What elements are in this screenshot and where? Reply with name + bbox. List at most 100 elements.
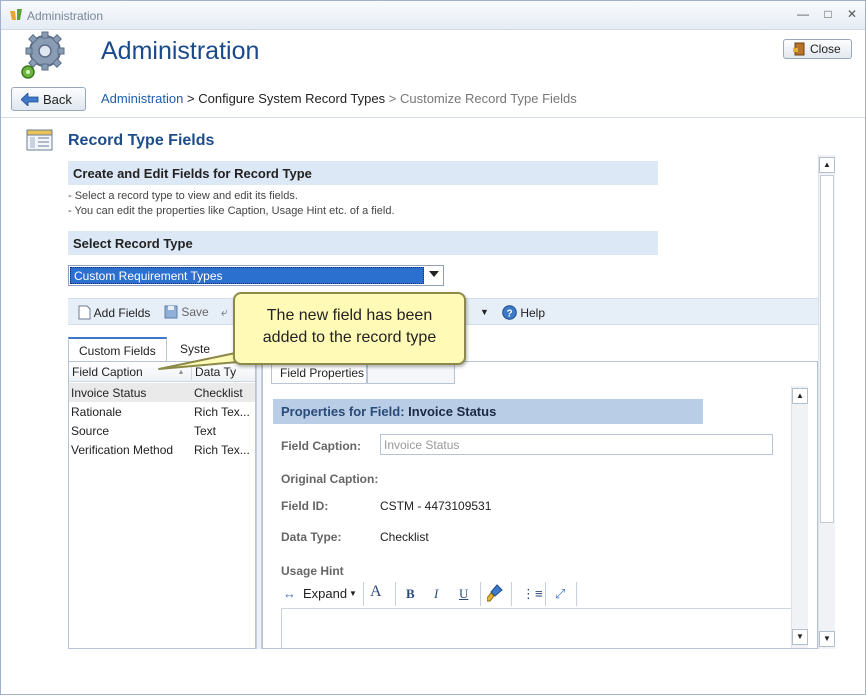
toolbar-dropdown-arrow-icon[interactable]: ▼ [480,307,489,317]
usage-hint-label: Usage Hint [281,564,344,578]
app-logo-icon [10,9,22,20]
properties-panel: Field Properties Properties for Field: I… [262,361,818,649]
column-divider [191,364,192,380]
tab-system-fields-label: Syste [180,342,211,356]
toolbar-separator [545,582,546,606]
field-id-value: CSTM - 4473109531 [380,499,492,513]
expand-dropdown-icon[interactable]: ▼ [349,589,357,598]
properties-scrollbar[interactable]: ▲ ▼ [791,386,808,648]
create-edit-heading: Create and Edit Fields for Record Type [68,161,658,185]
toolbar-separator [576,582,577,606]
data-type-label: Data Type: [281,530,342,544]
window-title: Administration [27,9,104,23]
tab-field-properties-label: Field Properties [280,366,365,380]
scroll-down-icon[interactable]: ▼ [819,631,835,647]
breadcrumb-current: Customize Record Type Fields [399,91,577,106]
save-label: Save [181,305,209,319]
properties-heading-field: Invoice Status [408,404,497,419]
font-style-icon[interactable]: A [370,583,382,601]
breadcrumb-separator: > [187,91,195,106]
field-caption-cell: Invoice Status [71,386,147,400]
save-button[interactable]: Save [164,305,209,319]
toolbar-separator [363,582,364,606]
tab-custom-fields-label: Custom Fields [79,344,156,358]
expand-button[interactable]: Expand [303,586,347,601]
admin-window: Administration — □ ✕ Administration Clos… [0,0,866,695]
list-panel-icon [26,129,53,151]
brush-icon[interactable] [486,584,503,605]
usage-hint-editor[interactable] [281,609,797,648]
scroll-up-icon[interactable]: ▲ [792,388,808,404]
floppy-disk-icon [164,305,178,319]
maximize-button[interactable]: □ [820,7,836,21]
field-caption-label: Field Caption: [281,439,361,453]
field-list-header: Field Caption ▴ Data Ty [69,362,255,382]
data-type-cell: Rich Tex... [194,443,250,457]
close-button[interactable]: Close [783,39,852,59]
add-fields-button[interactable]: Add Fields [78,305,150,320]
tab-system-fields[interactable]: Syste [170,337,220,361]
door-exit-icon [793,42,805,56]
breadcrumb-separator: > [388,91,397,106]
data-type-cell: Rich Tex... [194,405,250,419]
list-item[interactable]: Verification Method Rich Tex... [69,440,255,459]
scroll-up-icon[interactable]: ▲ [819,157,835,173]
original-caption-label: Original Caption: [281,472,379,486]
field-list: Field Caption ▴ Data Ty Invoice Status C… [68,361,256,649]
close-button-label: Close [810,42,841,56]
section-title: Record Type Fields [68,132,215,149]
sort-icon: ▴ [179,367,184,376]
bullet-list-icon[interactable]: ⋮≡ [522,586,543,602]
new-document-icon [78,305,91,320]
list-item[interactable]: Rationale Rich Tex... [69,402,255,421]
back-arrow-icon [21,93,39,106]
paint-brush-icon [486,584,503,602]
record-type-selected-value: Custom Requirement Types [70,267,424,284]
scroll-down-icon[interactable]: ▼ [792,629,808,645]
callout-line-1: The new field has been [266,307,433,324]
instruction-line-1: - Select a record type to view and edit … [68,190,298,202]
properties-heading: Properties for Field: Invoice Status [273,399,703,424]
column-header-data-type[interactable]: Data Ty [195,365,236,379]
help-icon: ? [502,305,517,320]
callout-line-2: added to the record type [262,329,437,346]
column-header-field-caption[interactable]: Field Caption [72,365,143,379]
italic-icon[interactable]: I [434,586,438,602]
scroll-thumb[interactable] [820,175,834,523]
toolbar-separator [511,582,512,606]
field-caption-cell: Rationale [71,405,122,419]
list-item[interactable]: Invoice Status Checklist [69,383,255,402]
expand-label: Expand [303,586,348,601]
rich-text-toolbar: ↔ Expand ▼ A B I U ⋮≡ ⤢ [281,579,797,609]
tab-custom-fields[interactable]: Custom Fields [68,337,167,361]
svg-text:?: ? [506,309,512,320]
add-fields-label: Add Fields [93,306,151,320]
expand-arrows-icon: ↔ [283,586,296,601]
bold-icon[interactable]: B [406,586,415,602]
help-button[interactable]: ? Help [502,305,545,320]
data-type-cell: Checklist [194,386,243,400]
field-caption-input[interactable]: Invoice Status [380,434,773,455]
minimize-button[interactable]: — [795,7,811,21]
underline-icon[interactable]: U [459,586,468,602]
record-type-dropdown[interactable]: Custom Requirement Types [68,265,444,286]
tab-field-properties[interactable]: Field Properties [271,362,367,384]
list-item[interactable]: Source Text [69,421,255,440]
tab-secondary[interactable] [367,362,455,384]
field-caption-cell: Source [71,424,110,438]
breadcrumb: Administration > Configure System Record… [101,91,577,106]
breadcrumb-configure[interactable]: Configure System Record Types [198,91,385,106]
back-button[interactable]: Back [11,87,86,111]
data-type-cell: Text [194,424,217,438]
chevron-down-icon[interactable] [429,271,439,277]
toolbar-separator [395,582,396,606]
breadcrumb-administration[interactable]: Administration [101,91,183,106]
window-close-button[interactable]: ✕ [844,7,860,21]
properties-heading-prefix: Properties for Field: [281,404,405,419]
page-scrollbar[interactable]: ▲ ▼ [818,155,835,649]
fullscreen-icon[interactable]: ⤢ [555,586,565,602]
undo-arrow-icon[interactable]: ⤶ [221,305,228,320]
back-button-label: Back [43,92,72,107]
toolbar-separator [480,582,481,606]
page-title: Administration [101,37,260,65]
